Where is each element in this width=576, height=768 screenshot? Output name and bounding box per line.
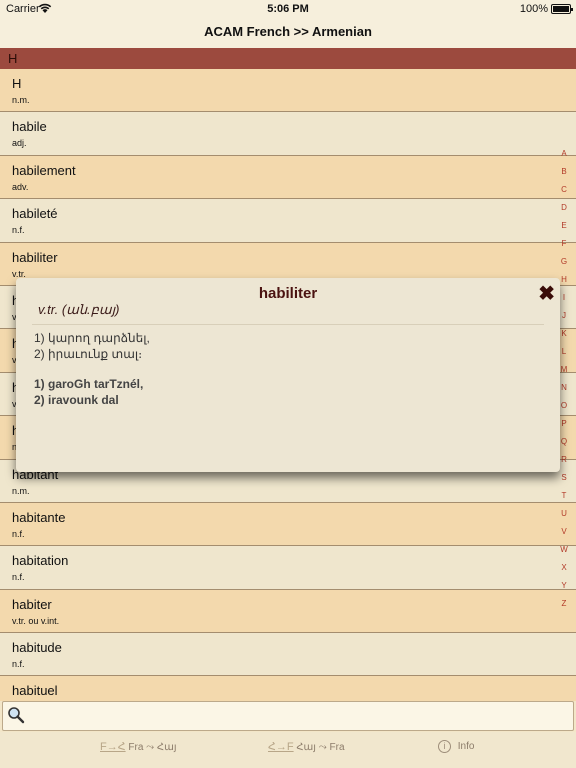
entry-word: habiter <box>12 596 52 612</box>
armenian-line: 2) իրաւունք տալ։ <box>34 347 143 361</box>
index-letter[interactable]: S <box>558 469 570 487</box>
index-letter[interactable]: Y <box>558 577 570 595</box>
section-header: H <box>0 48 576 69</box>
popup-divider <box>32 324 544 325</box>
close-icon[interactable]: ✖ <box>538 281 555 306</box>
entry-pos: adv. <box>12 181 29 192</box>
index-letter[interactable]: V <box>558 523 570 541</box>
list-item[interactable]: habitation n.f. <box>0 546 576 590</box>
battery-icon <box>551 4 573 14</box>
entry-pos: n.f. <box>12 528 25 539</box>
search-input[interactable] <box>29 706 569 726</box>
armenian-line: 1) կարող դարձնել, <box>34 331 150 345</box>
list-item[interactable]: habituel <box>0 676 576 701</box>
status-bar: Carrier 5:06 PM 100% <box>0 0 576 18</box>
index-letter[interactable]: X <box>558 559 570 577</box>
entry-word: habitante <box>12 509 66 525</box>
tab-label: Info <box>457 741 475 752</box>
tab-label: Հայ ⤳ Fra <box>296 742 345 753</box>
entry-pos: adj. <box>12 138 27 149</box>
popup-armenian-definition: 1) կարող դարձնել, 2) իրաւունք տալ։ <box>34 330 150 362</box>
transliteration-line: 1) garoGh tarTznél, <box>34 377 144 391</box>
popup-part-of-speech: v.tr. (ան.բայ) <box>38 302 120 317</box>
list-item[interactable]: habilement adv. <box>0 155 576 200</box>
battery-percent: 100% <box>519 3 548 15</box>
entry-word: habituel <box>12 683 58 699</box>
info-icon: i <box>438 740 451 753</box>
index-letter[interactable]: T <box>558 487 570 505</box>
search-bar[interactable] <box>2 701 574 731</box>
tab-label: Fra ⤳ Հայ <box>128 742 177 753</box>
list-item[interactable]: habile adj. <box>0 112 576 156</box>
tab-armenian-french[interactable]: Հ→F Հայ ⤳ Fra <box>268 740 345 753</box>
search-icon <box>7 706 25 724</box>
entry-pos: n.f. <box>12 225 25 236</box>
entry-word: habitude <box>12 640 62 656</box>
tab-info[interactable]: i Info <box>438 740 474 753</box>
index-letter[interactable]: D <box>558 199 570 217</box>
tab-french-armenian[interactable]: F→Հ Fra ⤳ Հայ <box>100 740 177 753</box>
entry-word: habile <box>12 119 47 135</box>
entry-pos: n.m. <box>12 485 30 496</box>
list-item[interactable]: habitante n.f. <box>0 502 576 547</box>
entry-word: habilement <box>12 162 76 178</box>
entry-word: habitation <box>12 553 69 569</box>
clock: 5:06 PM <box>267 3 309 15</box>
french-armenian-icon: F→Հ <box>100 741 126 753</box>
entry-pos: v.tr. ou v.int. <box>12 615 60 626</box>
list-item[interactable]: habitude n.f. <box>0 633 576 677</box>
index-letter[interactable]: A <box>558 145 570 163</box>
entry-word: H <box>12 76 22 91</box>
tab-bar: F→Հ Fra ⤳ Հայ Հ→F Հայ ⤳ Fra i Info <box>0 732 576 768</box>
index-letter[interactable]: E <box>558 217 570 235</box>
transliteration-line: 2) iravounk dal <box>34 393 119 407</box>
list-item[interactable]: Hn.m. <box>0 69 576 113</box>
entry-pos: n.m. <box>12 95 30 105</box>
popup-title: habiliter <box>258 285 318 302</box>
index-letter[interactable]: B <box>558 163 570 181</box>
entry-word: habiliter <box>12 249 58 265</box>
index-letter[interactable]: U <box>558 505 570 523</box>
definition-popup: habiliter ✖ v.tr. (ան.բայ) 1) կարող դարձ… <box>16 278 560 472</box>
index-letter[interactable]: G <box>558 253 570 271</box>
entry-pos: n.f. <box>12 572 25 583</box>
index-letter[interactable]: W <box>558 541 570 559</box>
entry-word: habileté <box>12 206 58 222</box>
nav-bar: ACAM French >> Armenian <box>0 18 576 48</box>
popup-transliteration: 1) garoGh tarTznél, 2) iravounk dal <box>34 376 143 408</box>
list-item[interactable]: habiter v.tr. ou v.int. <box>0 589 576 634</box>
list-item[interactable]: habileté n.f. <box>0 199 576 243</box>
armenian-french-icon: Հ→F <box>268 741 294 753</box>
page-title: ACAM French >> Armenian <box>204 24 372 39</box>
index-letter[interactable]: C <box>558 181 570 199</box>
entry-pos: n.f. <box>12 659 25 670</box>
index-letter[interactable]: F <box>558 235 570 253</box>
index-letter[interactable]: Z <box>558 595 570 613</box>
